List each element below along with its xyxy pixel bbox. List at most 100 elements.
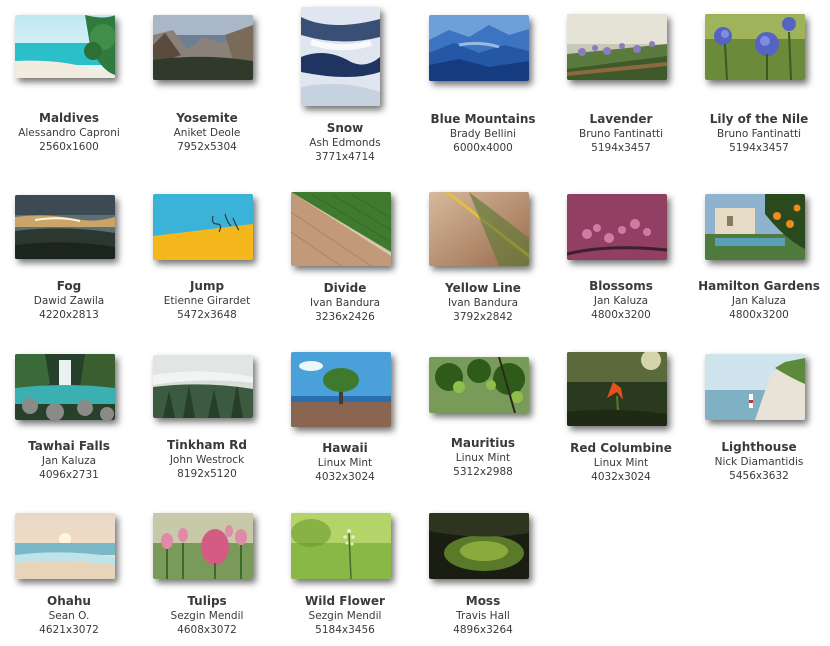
wallpaper-resolution: 5184x3456 <box>315 624 375 636</box>
wallpaper-author: Sezgin Mendil <box>308 610 382 622</box>
wallpaper-thumbnail[interactable] <box>567 14 667 80</box>
wallpaper-title: Hamilton Gardens <box>698 279 820 293</box>
wallpaper-author: Nick Diamantidis <box>714 456 804 468</box>
wallpaper-author: Sean O. <box>48 610 90 622</box>
wallpaper-author: Brady Bellini <box>449 128 517 140</box>
wallpaper-resolution: 3236x2426 <box>315 311 375 323</box>
wallpaper-thumbnail[interactable] <box>153 194 253 260</box>
wallpaper-resolution: 5194x3457 <box>591 142 651 154</box>
wallpaper-author: John Westrock <box>169 454 245 466</box>
wallpaper-tile-tulips[interactable]: Tulips Sezgin Mendil 4608x3072 <box>138 500 276 646</box>
wallpaper-tile-jump[interactable]: Jump Etienne Girardet 5472x3648 <box>138 180 276 330</box>
wallpaper-author: Alessandro Caproni <box>18 127 120 139</box>
wallpaper-resolution: 5312x2988 <box>453 466 513 478</box>
wallpaper-tile-yosemite[interactable]: Yosemite Aniket Deole 7952x5304 <box>138 0 276 160</box>
wallpaper-thumbnail[interactable] <box>291 192 391 266</box>
wallpaper-tile-lavender[interactable]: Lavender Bruno Fantinatti 5194x3457 <box>552 0 690 160</box>
wallpaper-title: Lavender <box>589 112 653 126</box>
wallpaper-tile-mauritius[interactable]: Mauritius Linux Mint 5312x2988 <box>414 340 552 490</box>
wallpaper-tile-maldives[interactable]: Maldives Alessandro Caproni 2560x1600 <box>0 0 138 160</box>
wallpaper-resolution: 7952x5304 <box>177 141 237 153</box>
wallpaper-title: Lily of the Nile <box>709 112 809 126</box>
wallpaper-thumbnail[interactable] <box>15 195 115 259</box>
wallpaper-author: Sezgin Mendil <box>170 610 244 622</box>
wallpaper-thumbnail[interactable] <box>429 357 529 413</box>
wallpaper-resolution: 4032x3024 <box>315 471 375 483</box>
wallpaper-title: Fog <box>56 279 82 293</box>
wallpaper-title: Red Columbine <box>570 441 672 455</box>
wallpaper-resolution: 3771x4714 <box>315 151 375 163</box>
wallpaper-thumbnail[interactable] <box>429 15 529 81</box>
wallpaper-thumbnail[interactable] <box>15 354 115 420</box>
wallpaper-thumbnail[interactable] <box>705 14 805 80</box>
wallpaper-title: Yellow Line <box>445 281 521 295</box>
wallpaper-tile-lily-of-the-nile[interactable]: Lily of the Nile Bruno Fantinatti 5194x3… <box>690 0 828 160</box>
wallpaper-title: Tinkham Rd <box>167 438 247 452</box>
wallpaper-resolution: 5456x3632 <box>729 470 789 482</box>
wallpaper-title: Ohahu <box>47 594 91 608</box>
wallpaper-thumbnail[interactable] <box>153 513 253 579</box>
wallpaper-resolution: 4800x3200 <box>591 309 651 321</box>
wallpaper-author: Bruno Fantinatti <box>578 128 664 140</box>
wallpaper-resolution: 5472x3648 <box>177 309 237 321</box>
wallpaper-thumbnail[interactable] <box>567 352 667 426</box>
wallpaper-tile-moss[interactable]: Moss Travis Hall 4896x3264 <box>414 500 552 646</box>
wallpaper-title: Jump <box>189 279 225 293</box>
wallpaper-resolution: 8192x5120 <box>177 468 237 480</box>
wallpaper-author: Travis Hall <box>456 610 510 622</box>
wallpaper-thumbnail[interactable] <box>705 354 805 420</box>
wallpaper-tile-fog[interactable]: Fog Dawid Zawila 4220x2813 <box>0 180 138 330</box>
wallpaper-tile-blue-mountains[interactable]: Blue Mountains Brady Bellini 6000x4000 <box>414 0 552 160</box>
wallpaper-thumbnail[interactable] <box>567 194 667 260</box>
wallpaper-tile-ohahu[interactable]: Ohahu Sean O. 4621x3072 <box>0 500 138 646</box>
wallpaper-resolution: 4220x2813 <box>39 309 99 321</box>
wallpaper-thumbnail[interactable] <box>429 513 529 579</box>
wallpaper-author: Aniket Deole <box>173 127 241 139</box>
wallpaper-title: Hawaii <box>322 441 368 455</box>
wallpaper-thumbnail[interactable] <box>291 352 391 427</box>
wallpaper-author: Linux Mint <box>593 457 649 469</box>
wallpaper-title: Blossoms <box>589 279 653 293</box>
wallpaper-tile-yellow-line[interactable]: Yellow Line Ivan Bandura 3792x2842 <box>414 180 552 330</box>
wallpaper-tile-divide[interactable]: Divide Ivan Bandura 3236x2426 <box>276 180 414 330</box>
wallpaper-tile-hawaii[interactable]: Hawaii Linux Mint 4032x3024 <box>276 340 414 490</box>
wallpaper-tile-lighthouse[interactable]: Lighthouse Nick Diamantidis 5456x3632 <box>690 340 828 490</box>
wallpaper-tile-tinkham-rd[interactable]: Tinkham Rd John Westrock 8192x5120 <box>138 340 276 490</box>
wallpaper-tile-snow[interactable]: Snow Ash Edmonds 3771x4714 <box>276 0 414 170</box>
wallpaper-resolution: 4096x2731 <box>39 469 99 481</box>
wallpaper-title: Divide <box>323 281 367 295</box>
wallpaper-thumbnail[interactable] <box>291 513 391 579</box>
wallpaper-thumbnail[interactable] <box>301 7 380 106</box>
wallpaper-title: Yosemite <box>176 111 238 125</box>
wallpaper-title: Snow <box>326 121 364 135</box>
wallpaper-author: Bruno Fantinatti <box>716 128 802 140</box>
wallpaper-thumbnail[interactable] <box>153 355 253 418</box>
wallpaper-title: Mauritius <box>450 436 516 450</box>
wallpaper-resolution: 4608x3072 <box>177 624 237 636</box>
wallpaper-author: Jan Kaluza <box>41 455 97 467</box>
wallpaper-author: Linux Mint <box>455 452 511 464</box>
wallpaper-thumbnail[interactable] <box>705 194 805 260</box>
wallpaper-title: Tulips <box>187 594 227 608</box>
wallpaper-resolution: 4032x3024 <box>591 471 651 483</box>
wallpaper-resolution: 5194x3457 <box>729 142 789 154</box>
wallpaper-thumbnail[interactable] <box>429 192 529 266</box>
wallpaper-author: Jan Kaluza <box>593 295 649 307</box>
wallpaper-author: Ivan Bandura <box>309 297 381 309</box>
wallpaper-tile-hamilton-gardens[interactable]: Hamilton Gardens Jan Kaluza 4800x3200 <box>690 180 828 330</box>
wallpaper-tile-wild-flower[interactable]: Wild Flower Sezgin Mendil 5184x3456 <box>276 500 414 646</box>
wallpaper-title: Lighthouse <box>721 440 797 454</box>
wallpaper-title: Tawhai Falls <box>28 439 110 453</box>
wallpaper-grid: Maldives Alessandro Caproni 2560x1600 Yo… <box>0 0 830 646</box>
wallpaper-tile-blossoms[interactable]: Blossoms Jan Kaluza 4800x3200 <box>552 180 690 330</box>
wallpaper-author: Ash Edmonds <box>309 137 381 149</box>
wallpaper-author: Linux Mint <box>317 457 373 469</box>
wallpaper-resolution: 4621x3072 <box>39 624 99 636</box>
wallpaper-thumbnail[interactable] <box>15 513 115 579</box>
wallpaper-title: Wild Flower <box>305 594 385 608</box>
wallpaper-tile-tawhai-falls[interactable]: Tawhai Falls Jan Kaluza 4096x2731 <box>0 340 138 490</box>
wallpaper-title: Maldives <box>39 111 99 125</box>
wallpaper-tile-red-columbine[interactable]: Red Columbine Linux Mint 4032x3024 <box>552 340 690 490</box>
wallpaper-thumbnail[interactable] <box>15 15 115 78</box>
wallpaper-thumbnail[interactable] <box>153 15 253 80</box>
